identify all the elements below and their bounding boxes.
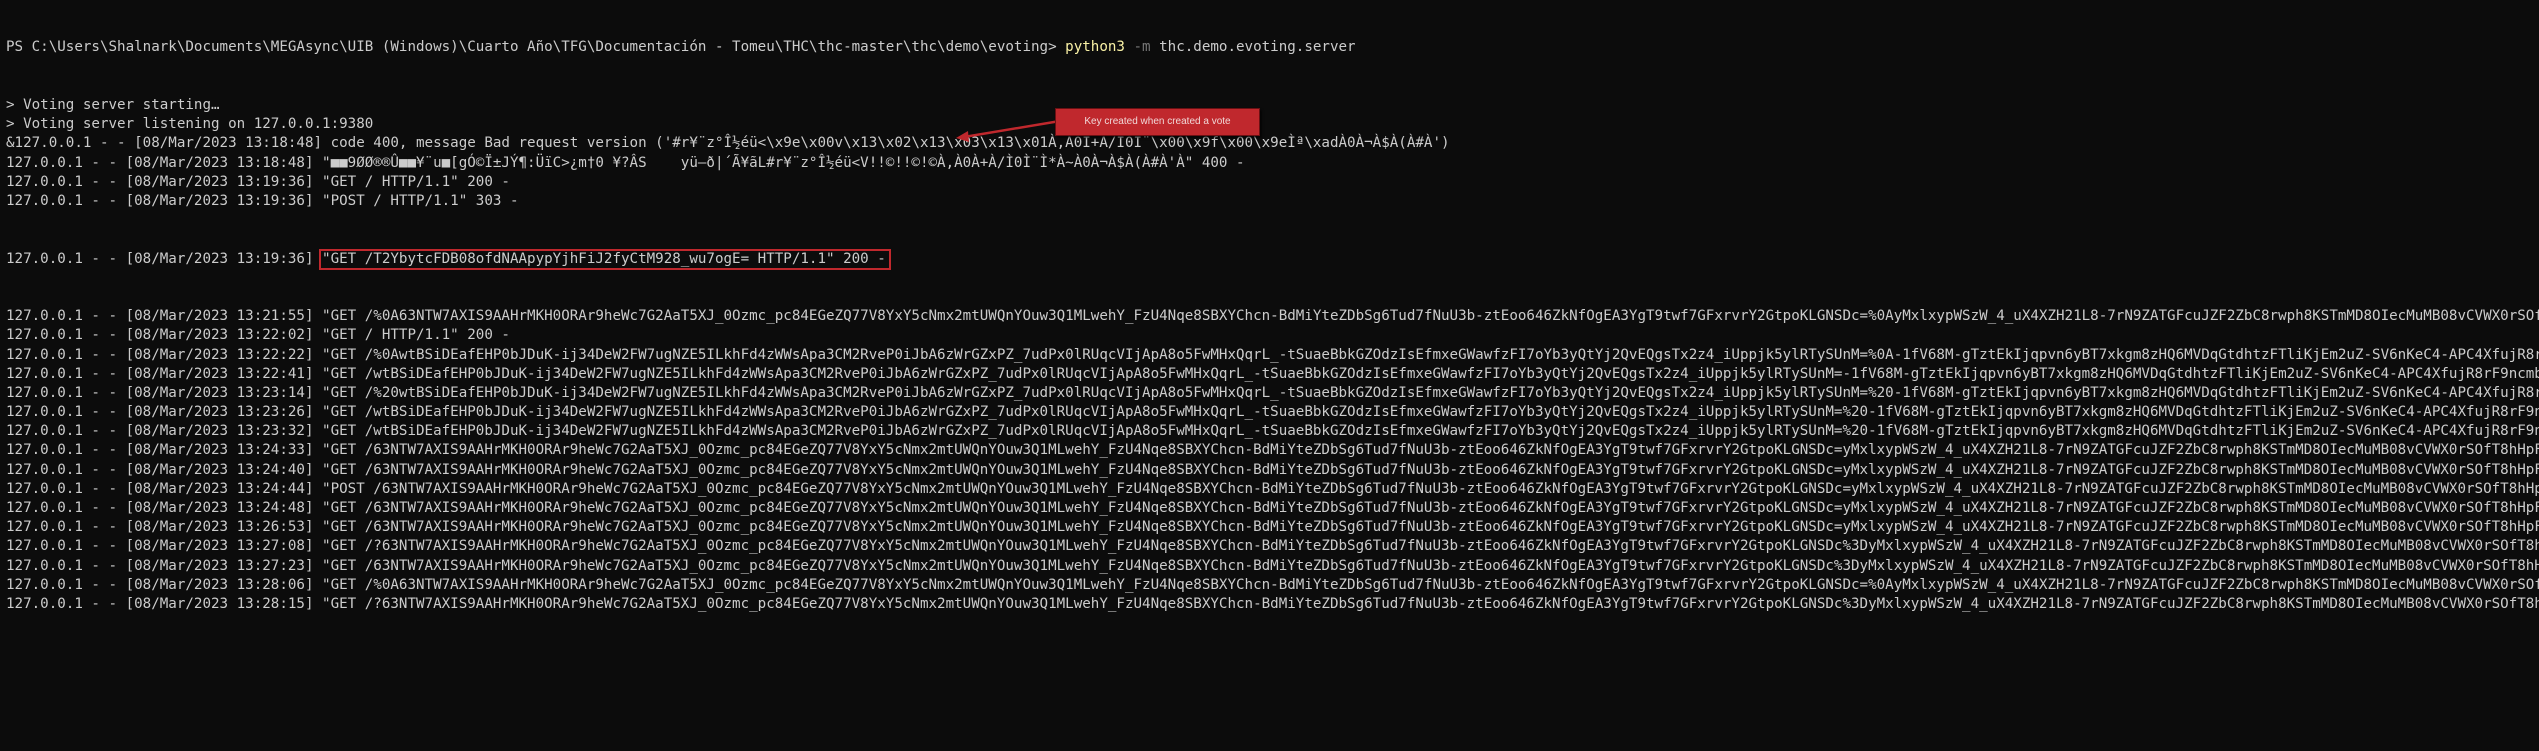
log-line: 127.0.0.1 - - [08/Mar/2023 13:19:36] "GE… [6,173,510,190]
log-lines-before: > Voting server starting… > Voting server… [6,96,2539,211]
terminal-output[interactable]: PS C:\Users\Shalnark\Documents\MEGAsync\… [0,0,2539,751]
log-line: > Voting server starting… [6,97,220,113]
log-line: 127.0.0.1 - - [08/Mar/2023 13:27:23] "GE… [6,557,2539,574]
log-line: 127.0.0.1 - - [08/Mar/2023 13:19:36] "PO… [6,192,519,209]
log-lines-after: 127.0.0.1 - - [08/Mar/2023 13:21:55] "GE… [6,307,2539,614]
log-line: > Voting server listening on 127.0.0.1:9… [6,116,374,133]
log-line: 127.0.0.1 - - [08/Mar/2023 13:26:53] "GE… [6,519,2539,536]
log-line: 127.0.0.1 - - [08/Mar/2023 13:24:48] "GE… [6,500,2539,516]
log-line: 127.0.0.1 - - [08/Mar/2023 13:22:22] "GE… [6,346,2539,363]
log-line: 127.0.0.1 - - [08/Mar/2023 13:23:14] "GE… [6,384,2539,401]
log-line: 127.0.0.1 - - [08/Mar/2023 13:22:02] "GE… [6,327,510,344]
log-line: 127.0.0.1 - - [08/Mar/2023 13:23:26] "GE… [6,404,2539,421]
command-argument: thc.demo.evoting.server [1150,39,1356,56]
annotation-arrow-icon [956,119,1061,142]
log-line: 127.0.0.1 - - [08/Mar/2023 13:22:41] "GE… [6,365,2539,382]
log-line: 127.0.0.1 - - [08/Mar/2023 13:23:32] "GE… [6,423,2539,440]
log-line: 127.0.0.1 - - [08/Mar/2023 13:28:15] "GE… [6,595,2539,612]
command-python: python3 [1065,39,1125,56]
log-line: 127.0.0.1 - - [08/Mar/2023 13:27:08] "GE… [6,538,2539,555]
annotation-callout: Key created when created a vote [1055,108,1260,136]
log-line: 127.0.0.1 - - [08/Mar/2023 13:24:40] "GE… [6,461,2539,478]
log-line: 127.0.0.1 - - [08/Mar/2023 13:21:55] "GE… [6,308,2539,325]
log-line: 127.0.0.1 - - [08/Mar/2023 13:18:48] "■■… [6,154,1245,171]
highlighted-log-line: 127.0.0.1 - - [08/Mar/2023 13:19:36] "GE… [6,248,2539,270]
log-line: 127.0.0.1 - - [08/Mar/2023 13:24:33] "GE… [6,442,2539,459]
highlighted-request-box: "GET /T2YbytcFDB08ofdNAApypYjhFiJ2fyCtM9… [319,248,891,270]
log-line: &127.0.0.1 - - [08/Mar/2023 13:18:48] co… [6,135,1450,152]
log-line: 127.0.0.1 - - [08/Mar/2023 13:28:06] "GE… [6,576,2539,593]
highlighted-line-prefix: 127.0.0.1 - - [08/Mar/2023 13:19:36] [6,250,323,267]
prompt-path: PS C:\Users\Shalnark\Documents\MEGAsync\… [6,39,1066,56]
log-line: 127.0.0.1 - - [08/Mar/2023 13:24:44] "PO… [6,480,2539,497]
annotation-label: Key created when created a vote [1084,116,1231,127]
command-prompt-line: PS C:\Users\Shalnark\Documents\MEGAsync\… [6,38,2539,57]
command-flag: -m [1124,39,1151,56]
